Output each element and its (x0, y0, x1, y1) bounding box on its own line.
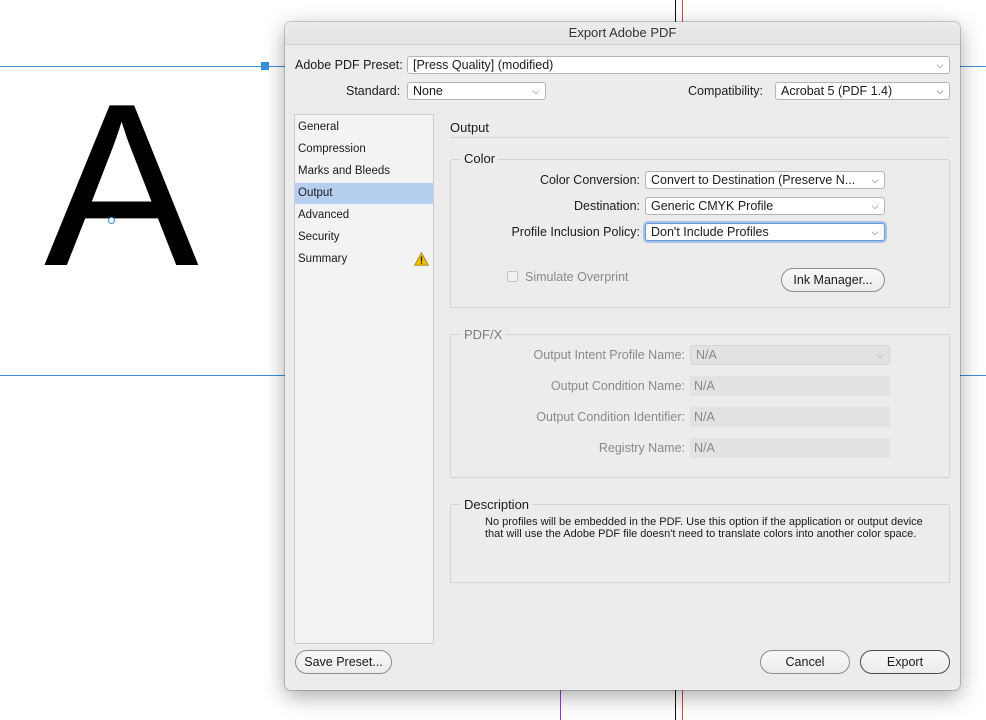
chevron-down-icon: ⌵ (871, 175, 879, 185)
sidebar-item-security[interactable]: Security (295, 227, 433, 248)
chevron-down-icon: ⌵ (936, 60, 944, 70)
chevron-down-icon: ⌵ (532, 86, 540, 96)
sidebar-item-label: General (298, 121, 339, 133)
chevron-down-icon: ⌵ (936, 86, 944, 96)
sidebar-item-label: Summary (298, 253, 348, 265)
cancel-button[interactable]: Cancel (760, 650, 850, 674)
output-intent-select[interactable]: N/A ⌵ (690, 345, 890, 365)
registry-name-label: Registry Name: (598, 441, 685, 455)
sidebar-item-general[interactable]: General (295, 117, 433, 138)
profile-policy-label: Profile Inclusion Policy: (511, 225, 640, 239)
simulate-overprint-label: Simulate Overprint (525, 270, 629, 284)
compatibility-label: Compatibility: (688, 84, 764, 98)
destination-value: Generic CMYK Profile (651, 199, 774, 213)
description-group-legend: Description (461, 497, 533, 512)
pdfx-group-legend: PDF/X (461, 327, 506, 342)
profile-policy-value: Don't Include Profiles (651, 225, 769, 239)
output-condition-name-field[interactable]: N/A (690, 376, 890, 396)
compatibility-select[interactable]: Acrobat 5 (PDF 1.4) ⌵ (775, 82, 950, 100)
output-condition-id-label: Output Condition Identifier: (536, 410, 685, 424)
color-group-legend: Color (461, 151, 499, 166)
sidebar-item-label: Marks and Bleeds (298, 165, 391, 177)
standard-label: Standard: (346, 84, 401, 98)
simulate-overprint-checkbox[interactable] (507, 271, 518, 282)
chevron-down-icon: ⌵ (871, 201, 879, 211)
registry-name-field[interactable]: N/A (690, 438, 890, 458)
sidebar-item-compression[interactable]: Compression (295, 139, 433, 160)
compatibility-value: Acrobat 5 (PDF 1.4) (781, 84, 893, 98)
description-line: that will use the Adobe PDF file doesn't… (485, 528, 917, 540)
description-line: No profiles will be embedded in the PDF.… (485, 516, 923, 528)
sidebar-item-label: Security (298, 231, 340, 243)
sidebar-item-output[interactable]: Output (295, 183, 433, 204)
destination-label: Destination: (573, 199, 640, 213)
destination-select[interactable]: Generic CMYK Profile ⌵ (645, 197, 885, 215)
canvas-letter: A (44, 56, 199, 315)
output-intent-value: N/A (696, 348, 717, 362)
description-text: No profiles will be embedded in the PDF.… (485, 516, 945, 540)
sidebar-item-label: Advanced (298, 209, 350, 221)
sidebar-item-label: Compression (298, 143, 366, 155)
dialog-title: Export Adobe PDF (285, 22, 960, 45)
profile-policy-select[interactable]: Don't Include Profiles ⌵ (645, 223, 885, 241)
output-condition-id-field[interactable]: N/A (690, 407, 890, 427)
output-condition-name-label: Output Condition Name: (550, 379, 685, 393)
export-pdf-dialog: Export Adobe PDF Adobe PDF Preset: [Pres… (285, 22, 960, 690)
color-conversion-value: Convert to Destination (Preserve N... (651, 173, 856, 187)
anchor-point (108, 217, 115, 224)
chevron-down-icon: ⌵ (871, 227, 879, 237)
section-title: Output (450, 120, 490, 135)
color-conversion-label: Color Conversion: (539, 173, 640, 187)
output-intent-label: Output Intent Profile Name: (533, 348, 685, 362)
preset-value: [Press Quality] (modified) (413, 58, 554, 72)
sidebar-item-label: Output (298, 187, 333, 199)
chevron-down-icon: ⌵ (876, 350, 884, 360)
warning-icon (414, 252, 429, 266)
sidebar-item-marks-and-bleeds[interactable]: Marks and Bleeds (295, 161, 433, 182)
sidebar-item-advanced[interactable]: Advanced (295, 205, 433, 226)
section-divider (450, 137, 950, 138)
standard-value: None (413, 84, 443, 98)
guide-handle[interactable] (261, 62, 269, 70)
sidebar-item-summary[interactable]: Summary (295, 249, 433, 270)
standard-select[interactable]: None ⌵ (407, 82, 546, 100)
ink-manager-button[interactable]: Ink Manager... (781, 268, 885, 292)
category-sidebar: General Compression Marks and Bleeds Out… (294, 114, 434, 644)
color-conversion-select[interactable]: Convert to Destination (Preserve N... ⌵ (645, 171, 885, 189)
preset-label: Adobe PDF Preset: (295, 58, 403, 72)
preset-select[interactable]: [Press Quality] (modified) ⌵ (407, 56, 950, 74)
export-button[interactable]: Export (860, 650, 950, 674)
save-preset-button[interactable]: Save Preset... (295, 650, 392, 674)
